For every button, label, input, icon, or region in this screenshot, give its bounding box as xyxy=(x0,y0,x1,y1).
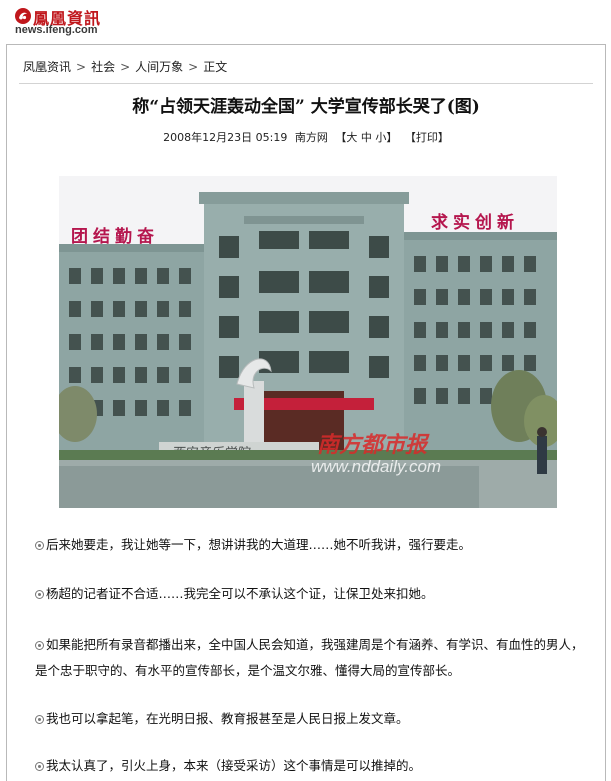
paragraph-text: 后来她要走，我让她等一下，想讲讲我的大道理……她不听我讲，强行要走。 xyxy=(46,537,472,552)
breadcrumb-separator: > xyxy=(188,60,199,74)
banner-left: 团结勤奋 xyxy=(71,226,159,247)
breadcrumb-item-current: 正文 xyxy=(203,60,228,74)
article-frame: 凤凰资讯 > 社会 > 人间万象 > 正文 称“占领天涯轰动全国” 大学宣传部长哭了(图) … xyxy=(6,44,606,781)
article-date: 2008年12月23日 05:19 xyxy=(163,131,288,144)
circle-bullet-icon xyxy=(35,590,44,599)
font-size-control[interactable]: 【大 中 小】 xyxy=(335,131,397,144)
article-paragraph: 杨超的记者证不合适……我完全可以不承认这个证，让保卫处来扣她。 xyxy=(35,581,595,607)
paragraph-text: 我太认真了，引火上身，本来（接受采访）这个事情是可以推掉的。 xyxy=(46,758,422,773)
circle-bullet-icon xyxy=(35,541,44,550)
paragraph-text: 如果能把所有录音都播出来，全中国人民会知道，我强建周是个有涵养、有学识、有血性的… xyxy=(35,637,584,678)
site-logo-url[interactable]: news.ifeng.com xyxy=(15,24,98,36)
article-paragraph: 我太认真了，引火上身，本来（接受采访）这个事情是可以推掉的。 xyxy=(35,753,595,779)
banner-right: 求实创新 xyxy=(431,212,519,233)
watermark-url: www.nddaily.com xyxy=(311,457,441,476)
article-source[interactable]: 南方网 xyxy=(295,131,328,144)
breadcrumb-separator: > xyxy=(76,60,87,74)
circle-bullet-icon xyxy=(35,762,44,771)
breadcrumb-separator: > xyxy=(120,60,131,74)
site-header: 鳳凰資訊 news.ifeng.com xyxy=(0,0,611,42)
article-photo: 团结勤奋 求实创新 西安音乐学院 南方都市报 www.nddaily.com xyxy=(59,176,557,508)
breadcrumb-item-society[interactable]: 社会 xyxy=(91,60,115,74)
article-meta: 2008年12月23日 05:19 南方网 【大 中 小】 【打印】 xyxy=(7,129,605,145)
circle-bullet-icon xyxy=(35,641,44,650)
breadcrumb-item-home[interactable]: 凤凰资讯 xyxy=(23,60,71,74)
article-paragraph: 后来她要走，我让她等一下，想讲讲我的大道理……她不听我讲，强行要走。 xyxy=(35,532,595,558)
building-photo: 团结勤奋 求实创新 西安音乐学院 南方都市报 www.nddaily.com xyxy=(59,176,557,508)
circle-bullet-icon xyxy=(35,715,44,724)
paragraph-text: 我也可以拿起笔，在光明日报、教育报甚至是人民日报上发文章。 xyxy=(46,711,409,726)
article-title: 称“占领天涯轰动全国” 大学宣传部长哭了(图) xyxy=(132,97,480,117)
phoenix-logo-icon[interactable] xyxy=(14,7,32,25)
breadcrumb-item-people[interactable]: 人间万象 xyxy=(135,60,183,74)
print-link[interactable]: 【打印】 xyxy=(405,131,449,144)
breadcrumb: 凤凰资讯 > 社会 > 人间万象 > 正文 xyxy=(23,58,227,75)
article-paragraph: 如果能把所有录音都播出来，全中国人民会知道，我强建周是个有涵养、有学识、有血性的… xyxy=(35,632,595,684)
watermark-logo: 南方都市报 xyxy=(317,432,430,458)
article-paragraph: 我也可以拿起笔，在光明日报、教育报甚至是人民日报上发文章。 xyxy=(35,706,595,732)
header-divider xyxy=(19,83,593,84)
paragraph-text: 杨超的记者证不合适……我完全可以不承认这个证，让保卫处来扣她。 xyxy=(46,586,434,601)
